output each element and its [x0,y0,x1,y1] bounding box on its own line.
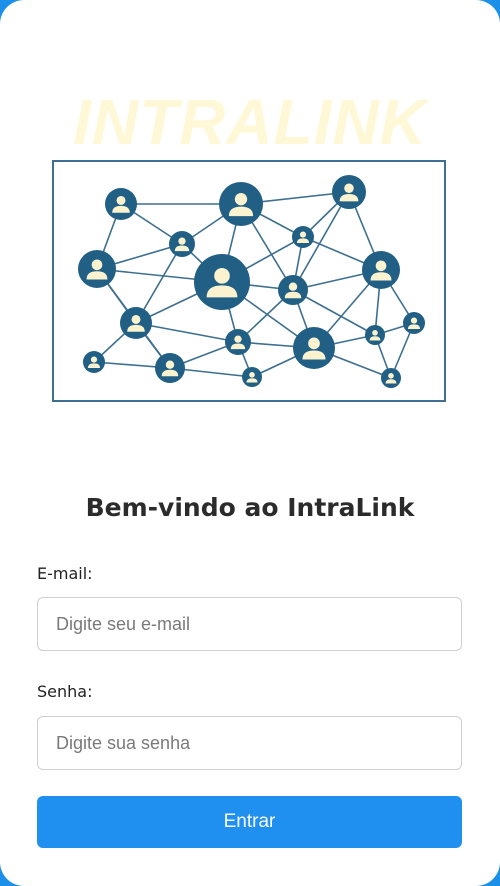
person-node-icon [155,353,185,383]
person-node-icon [278,275,308,305]
person-node-icon [403,312,425,334]
login-card: INTRALINK Bem-vindo ao IntraLink E-mail:… [0,0,500,886]
person-node-icon [225,329,251,355]
person-node-icon [219,182,263,226]
person-node-icon [362,251,400,289]
person-node-icon [169,231,195,257]
login-button[interactable]: Entrar [37,796,462,848]
person-node-icon [292,226,314,248]
person-node-icon [332,175,366,209]
password-input[interactable] [37,716,462,770]
email-input[interactable] [37,597,462,651]
network-illustration [52,160,446,402]
person-node-icon [293,327,335,369]
email-label: E-mail: [37,564,93,583]
welcome-title: Bem-vindo ao IntraLink [85,493,415,522]
person-node-icon [83,351,105,373]
network-people-icon [78,175,425,388]
person-node-icon [381,368,401,388]
person-node-icon [365,325,385,345]
app-logo: INTRALINK [73,86,427,158]
person-node-icon [194,254,250,310]
person-node-icon [78,250,116,288]
password-label: Senha: [37,682,93,701]
person-node-icon [105,188,137,220]
person-node-icon [242,367,262,387]
person-node-icon [120,307,152,339]
